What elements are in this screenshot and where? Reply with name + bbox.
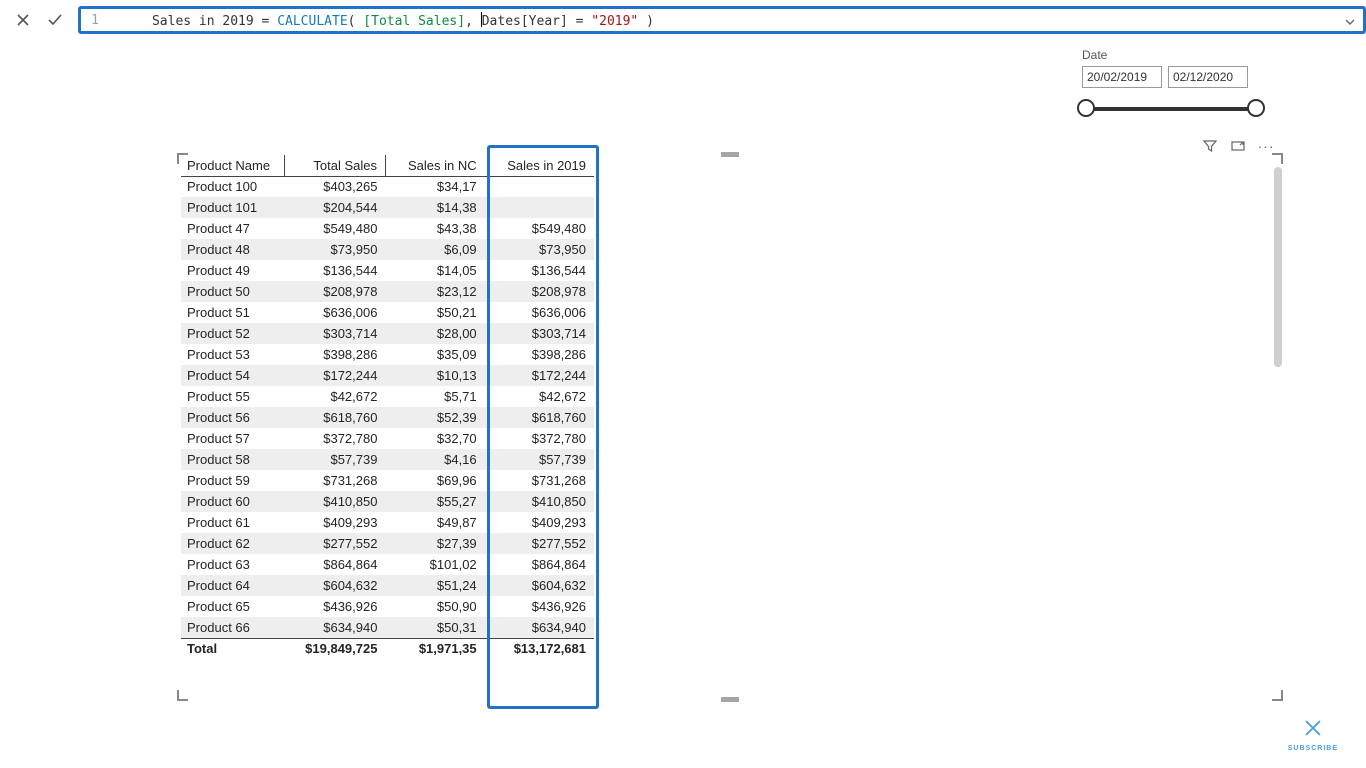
col-header-product[interactable]: Product Name: [181, 155, 284, 176]
table-row[interactable]: Product 47$549,480$43,38$549,480: [181, 218, 594, 239]
col-header-nc[interactable]: Sales in NC: [385, 155, 484, 176]
table-row[interactable]: Product 62$277,552$27,39$277,552: [181, 533, 594, 554]
filter-icon[interactable]: [1202, 138, 1218, 154]
col-header-2019[interactable]: Sales in 2019: [485, 155, 594, 176]
formula-line-number: 1: [85, 13, 99, 28]
resize-corner-tr[interactable]: [1271, 153, 1283, 165]
table-row[interactable]: Product 66$634,940$50,31$634,940: [181, 617, 594, 638]
table-row[interactable]: Product 48$73,950$6,09$73,950: [181, 239, 594, 260]
formula-input[interactable]: 1 Sales in 2019 = CALCULATE( [Total Sale…: [78, 6, 1366, 34]
date-slider-thumb-left[interactable]: [1077, 99, 1095, 117]
subscribe-badge[interactable]: SUBSCRIBE: [1288, 717, 1338, 752]
resize-corner-br[interactable]: [1271, 689, 1283, 701]
date-slicer-label: Date: [1082, 48, 1282, 62]
resize-corner-tl[interactable]: [177, 153, 189, 165]
table-row[interactable]: Product 100$403,265$34,17: [181, 176, 594, 197]
table-total-row: Total $19,849,725 $1,971,35 $13,172,681: [181, 638, 594, 659]
table-row[interactable]: Product 55$42,672$5,71$42,672: [181, 386, 594, 407]
date-to-input[interactable]: [1168, 66, 1248, 88]
table-row[interactable]: Product 65$436,926$50,90$436,926: [181, 596, 594, 617]
resize-corner-bl[interactable]: [177, 689, 189, 701]
formula-commit-button[interactable]: [46, 11, 64, 29]
table-row[interactable]: Product 58$57,739$4,16$57,739: [181, 449, 594, 470]
table-row[interactable]: Product 49$136,544$14,05$136,544: [181, 260, 594, 281]
table-row[interactable]: Product 51$636,006$50,21$636,006: [181, 302, 594, 323]
table-row[interactable]: Product 59$731,268$69,96$731,268: [181, 470, 594, 491]
table-row[interactable]: Product 64$604,632$51,24$604,632: [181, 575, 594, 596]
dna-icon: [1288, 717, 1338, 745]
table-row[interactable]: Product 54$172,244$10,13$172,244: [181, 365, 594, 386]
table-row[interactable]: Product 101$204,544$14,38: [181, 197, 594, 218]
col-header-total[interactable]: Total Sales: [284, 155, 385, 176]
more-options-icon[interactable]: ···: [1258, 138, 1274, 154]
table-row[interactable]: Product 60$410,850$55,27$410,850: [181, 491, 594, 512]
date-slider-thumb-right[interactable]: [1247, 99, 1265, 117]
date-from-input[interactable]: [1082, 66, 1162, 88]
table-row[interactable]: Product 50$208,978$23,12$208,978: [181, 281, 594, 302]
table-row[interactable]: Product 61$409,293$49,87$409,293: [181, 512, 594, 533]
table-row[interactable]: Product 56$618,760$52,39$618,760: [181, 407, 594, 428]
formula-cancel-button[interactable]: [14, 11, 32, 29]
table-visual[interactable]: Product Name Total Sales Sales in NC Sal…: [178, 154, 1282, 700]
table-header-row: Product Name Total Sales Sales in NC Sal…: [181, 155, 594, 176]
scrollbar-thumb[interactable]: [1274, 167, 1282, 367]
resize-handle-top[interactable]: [721, 152, 739, 157]
table-row[interactable]: Product 53$398,286$35,09$398,286: [181, 344, 594, 365]
formula-expand-button[interactable]: [1343, 15, 1357, 29]
date-slicer: Date: [1082, 48, 1282, 118]
date-slider[interactable]: [1086, 98, 1256, 118]
table-row[interactable]: Product 57$372,780$32,70$372,780: [181, 428, 594, 449]
focus-mode-icon[interactable]: [1230, 138, 1246, 154]
data-table: Product Name Total Sales Sales in NC Sal…: [181, 155, 594, 659]
table-row[interactable]: Product 63$864,864$101,02$864,864: [181, 554, 594, 575]
resize-handle-bottom[interactable]: [721, 697, 739, 702]
table-row[interactable]: Product 52$303,714$28,00$303,714: [181, 323, 594, 344]
